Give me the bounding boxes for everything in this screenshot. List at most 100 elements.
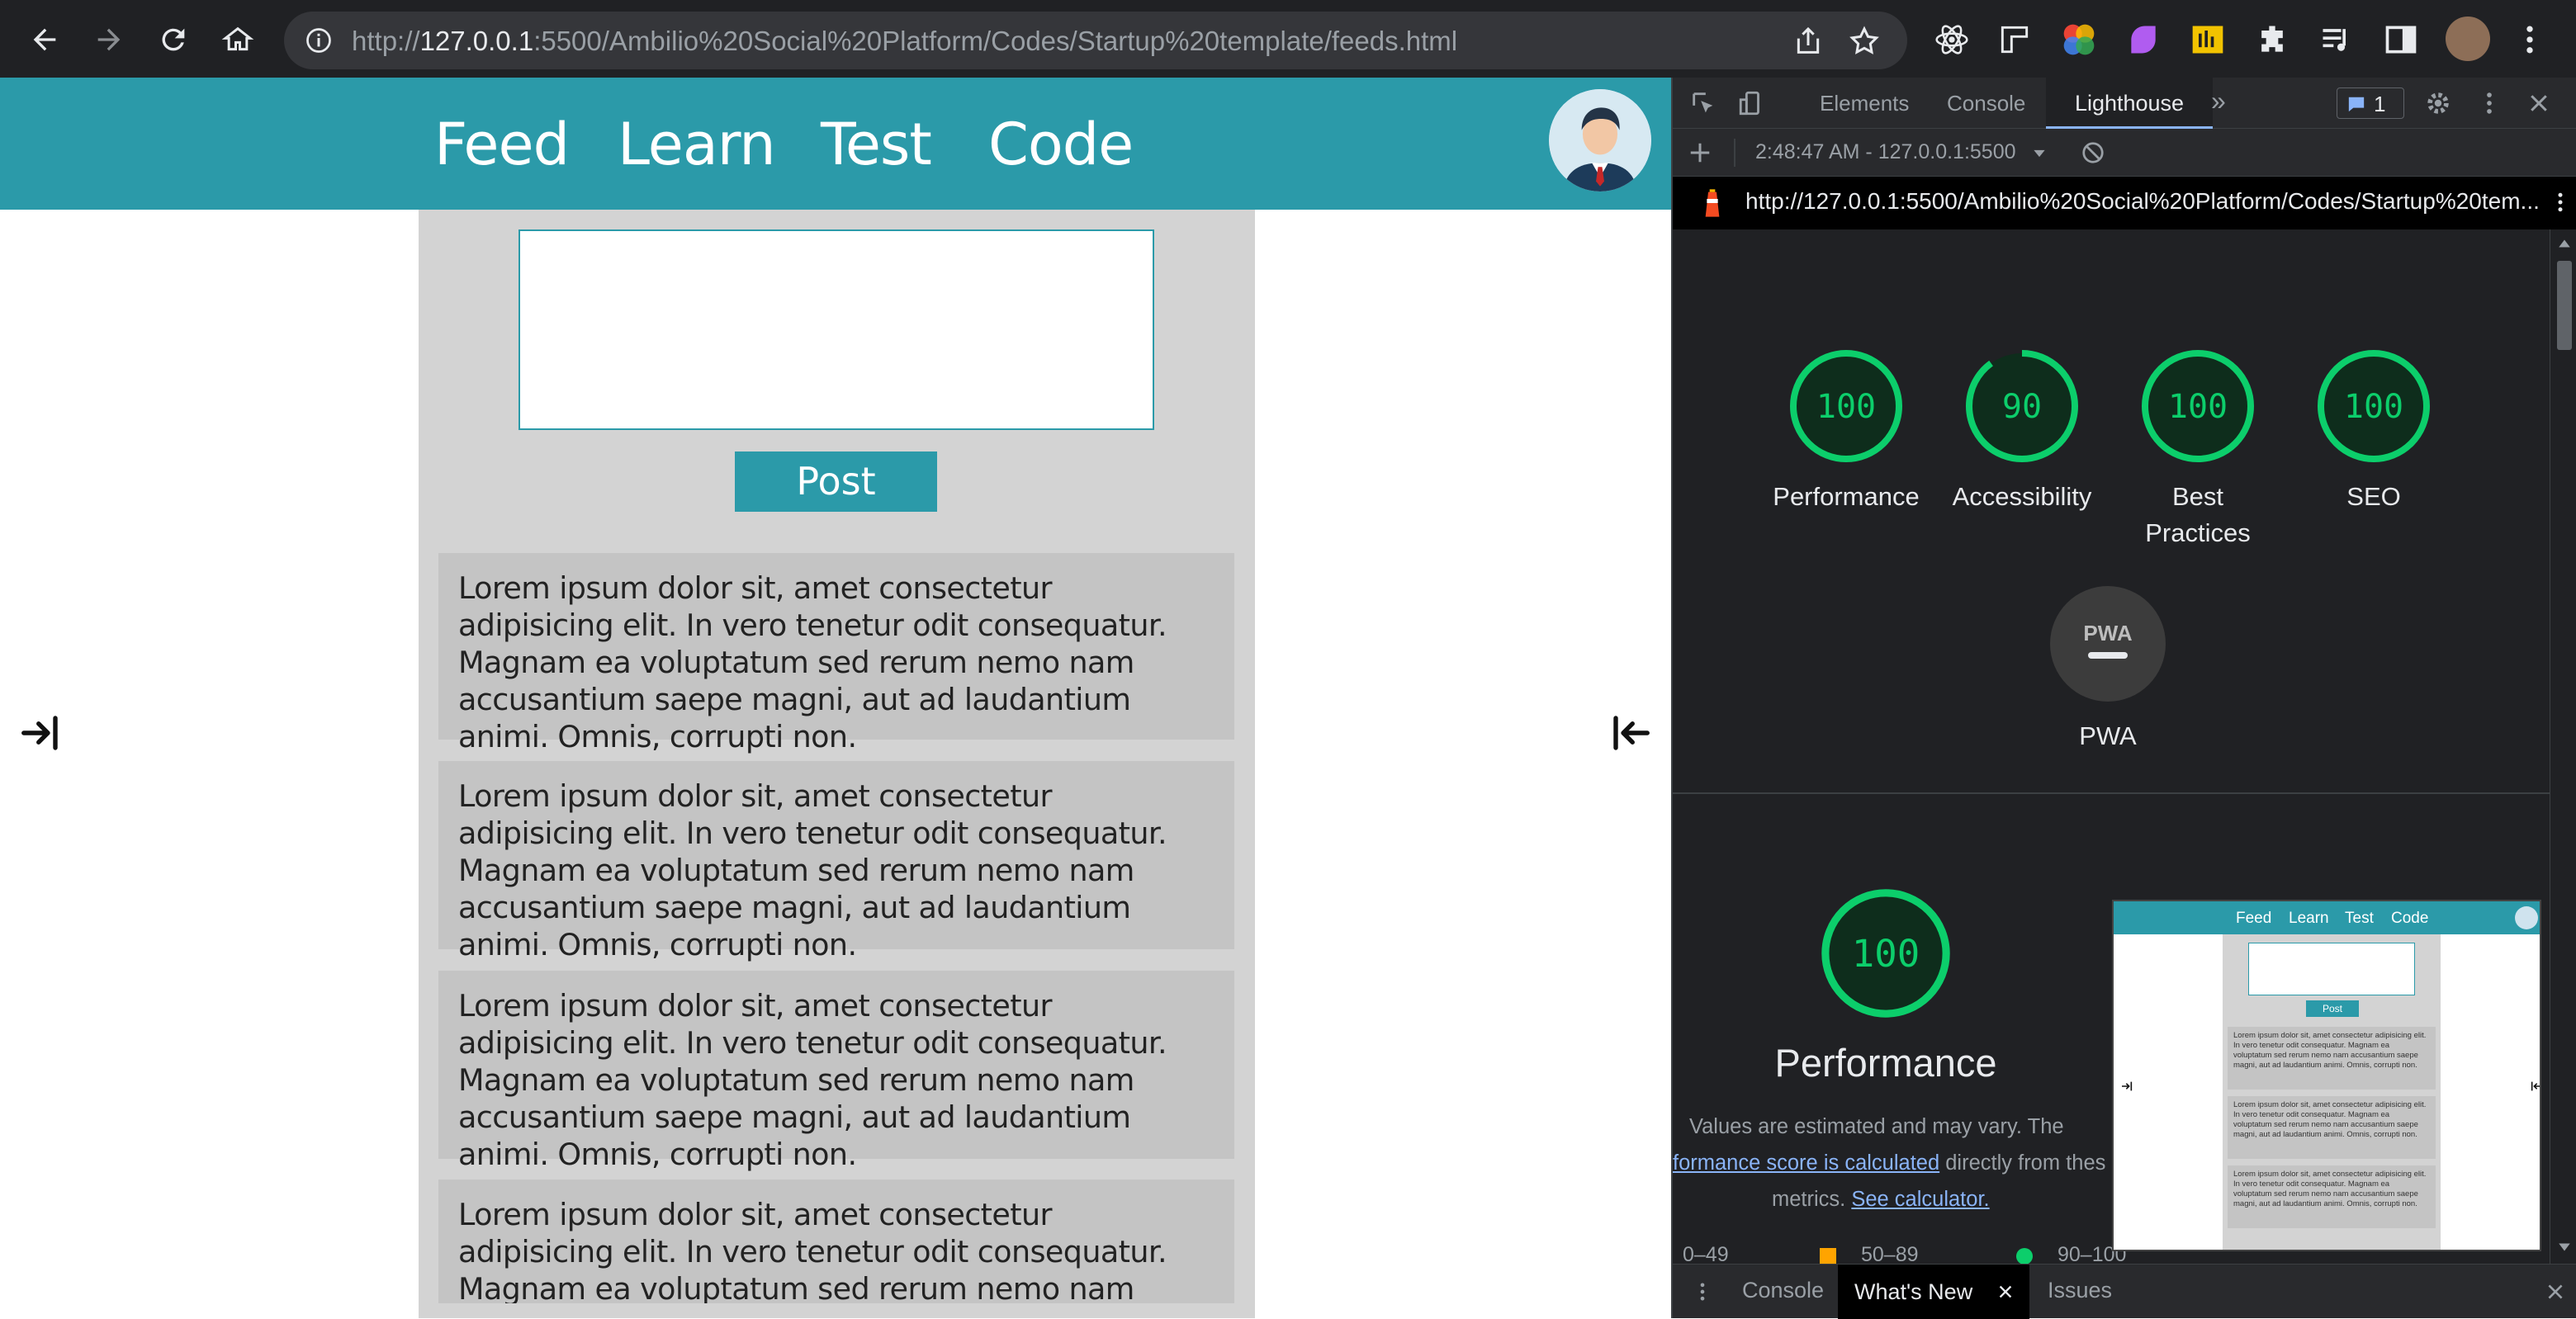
browser-toolbar: http://127.0.0.1:5500/Ambilio%20Social%2… [0, 0, 2576, 78]
post-textarea[interactable] [519, 229, 1154, 430]
tab-lighthouse[interactable]: Lighthouse [2046, 78, 2213, 129]
accessibility-gauge[interactable]: 90 [1964, 348, 2080, 464]
accessibility-label: Accessibility [1952, 482, 2092, 511]
issues-badge[interactable]: 1 [2337, 87, 2404, 119]
drawer-tab-whats-new[interactable]: What's New [1838, 1265, 2029, 1319]
thumb-header: Feed Learn Test Code [2114, 901, 2540, 934]
devtools-menu-icon[interactable] [2475, 89, 2503, 117]
tab-console[interactable]: Console [1947, 91, 2025, 116]
toolbar-divider [1734, 139, 1735, 167]
page-viewport: Feed Learn Test Code Post Lorem ipsum do… [0, 78, 1671, 1318]
page-screenshot-thumbnail[interactable]: Feed Learn Test Code Post Lorem ipsum do… [2112, 900, 2541, 1251]
nav-feed-link[interactable]: Feed [434, 111, 570, 178]
ruler-extension-icon[interactable] [1996, 21, 2033, 58]
report-selector[interactable]: 2:48:47 AM - 127.0.0.1:5500 [1755, 140, 2016, 164]
new-report-plus-icon[interactable] [1688, 140, 1712, 165]
performance-score: 100 [1816, 388, 1876, 426]
accessibility-score: 90 [2002, 388, 2042, 426]
bookmark-star-icon[interactable] [1848, 25, 1881, 58]
see-calculator-link[interactable]: See calculator. [1851, 1188, 1989, 1211]
url-text: http://127.0.0.1:5500/Ambilio%20Social%2… [352, 26, 1458, 56]
close-devtools-icon[interactable] [2526, 91, 2551, 116]
back-arrow-icon [33, 28, 56, 51]
issues-message-icon [2348, 97, 2365, 112]
perf-desc-line-2: directly from thes [1945, 1151, 2106, 1175]
forward-arrow-icon [97, 28, 121, 51]
scroll-thumb[interactable] [2557, 261, 2572, 350]
dropdown-caret-icon[interactable] [2031, 145, 2048, 162]
more-tabs-button[interactable]: » [2211, 86, 2226, 116]
thumb-post-card: Lorem ipsum dolor sit, amet consectetur … [2228, 1165, 2436, 1228]
post-card: Lorem ipsum dolor sit, amet consectetur … [438, 553, 1234, 754]
post-card: Lorem ipsum dolor sit, amet consectetur … [438, 971, 1234, 1172]
seo-score: 100 [2344, 388, 2403, 426]
lighthouse-logo-icon [1705, 189, 1720, 217]
thumb-post-card: Lorem ipsum dolor sit, amet consectetur … [2228, 1027, 2436, 1090]
react-devtools-icon[interactable] [1934, 21, 1970, 58]
legend-average-square-icon [1820, 1248, 1836, 1264]
forward-button[interactable] [88, 18, 130, 61]
post-card: Lorem ipsum dolor sit, amet consectetur … [438, 761, 1234, 962]
close-tab-icon[interactable] [1996, 1283, 2015, 1301]
site-info-icon[interactable] [304, 26, 334, 55]
login-icon[interactable] [18, 711, 63, 755]
logout-icon[interactable] [1608, 711, 1653, 755]
settings-gear-icon[interactable] [2424, 89, 2452, 117]
post-button[interactable]: Post [735, 451, 937, 512]
score-calc-link[interactable]: formance score is calculated [1673, 1151, 1939, 1175]
pwa-badge-text: PWA [2083, 621, 2132, 645]
inspect-element-icon[interactable] [1689, 89, 1717, 117]
nav-test-link[interactable]: Test [821, 111, 932, 178]
thumb-nav-item: Test [2345, 910, 2374, 927]
address-bar[interactable]: http://127.0.0.1:5500/Ambilio%20Social%2… [284, 12, 1907, 69]
section-divider [1673, 792, 2550, 794]
pwa-badge-icon[interactable]: PWA [2050, 586, 2166, 702]
legend-pass-circle-icon [2016, 1248, 2033, 1264]
kebab-menu-icon[interactable] [2512, 21, 2548, 58]
side-panel-icon[interactable] [2383, 21, 2419, 58]
thumb-login-icon [2122, 1081, 2133, 1091]
color-picker-icon[interactable] [2061, 21, 2097, 58]
report-scrollbar[interactable] [2550, 229, 2576, 1264]
drawer-tab-issues[interactable]: Issues [2048, 1278, 2112, 1303]
drawer-tab-console[interactable]: Console [1742, 1278, 1824, 1303]
perf-desc-line-3: metrics. [1772, 1188, 1846, 1211]
scroll-down-icon[interactable] [2557, 1241, 2572, 1253]
user-avatar[interactable] [1549, 89, 1651, 191]
site-header: Feed Learn Test Code [0, 78, 1671, 210]
performance-description: Values are estimated and may vary. The f… [1673, 1109, 2112, 1217]
share-icon[interactable] [1792, 25, 1825, 58]
thumb-textarea [2248, 943, 2415, 995]
report-url-bar: http://127.0.0.1:5500/Ambilio%20Social%2… [1673, 177, 2576, 229]
reload-button[interactable] [152, 18, 195, 61]
home-button[interactable] [216, 18, 259, 61]
devtools-panel: Elements Console Lighthouse » 1 2:48:47 … [1671, 78, 2576, 1319]
performance-gauge[interactable]: 100 [1788, 348, 1904, 464]
profile-avatar[interactable] [2446, 17, 2490, 61]
user-avatar-icon [1549, 89, 1651, 191]
extensions-puzzle-icon[interactable] [2254, 21, 2290, 58]
thumb-nav-item: Learn [2289, 910, 2329, 927]
perf-desc-line-1: Values are estimated and may vary. The [1689, 1115, 2064, 1138]
tab-elements[interactable]: Elements [1820, 91, 1909, 116]
audio-extension-icon[interactable] [2190, 21, 2226, 58]
best-practices-gauge[interactable]: 100 [2140, 348, 2256, 464]
feed-column: Post Lorem ipsum dolor sit, amet consect… [419, 210, 1255, 1318]
thumb-avatar [2515, 906, 2538, 929]
nav-learn-link[interactable]: Learn [618, 111, 776, 178]
gradient-extension-icon[interactable] [2125, 21, 2162, 58]
media-queue-icon[interactable] [2318, 21, 2355, 58]
report-menu-icon[interactable] [2548, 190, 2573, 215]
device-toolbar-icon[interactable] [1737, 89, 1765, 117]
best-practices-score: 100 [2168, 388, 2228, 426]
seo-label: SEO [2346, 482, 2401, 511]
drawer-menu-icon[interactable] [1691, 1279, 1714, 1304]
close-drawer-icon[interactable] [2545, 1281, 2566, 1302]
devtools-drawer: Console What's New Issues [1673, 1264, 2576, 1319]
seo-gauge[interactable]: 100 [2316, 348, 2432, 464]
report-url: http://127.0.0.1:5500/Ambilio%20Social%2… [1745, 188, 2540, 214]
scroll-up-icon[interactable] [2557, 238, 2572, 249]
clear-reports-icon[interactable] [2081, 140, 2105, 165]
nav-code-link[interactable]: Code [988, 111, 1134, 178]
back-button[interactable] [23, 18, 66, 61]
